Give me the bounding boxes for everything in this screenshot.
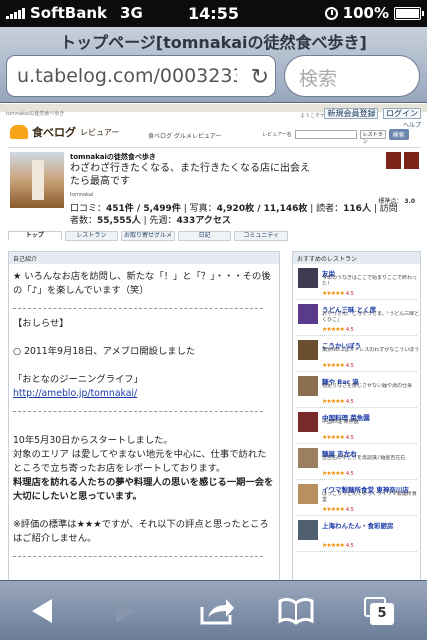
- tab-community[interactable]: コミュニティ: [234, 231, 288, 241]
- restaurant-thumb[interactable]: [298, 448, 318, 468]
- restaurant-thumb[interactable]: [298, 520, 318, 540]
- address-bar[interactable]: u.tabelog.com/00032330 ↻: [6, 55, 276, 97]
- logo-name: 食べログ: [32, 126, 76, 139]
- reader-count[interactable]: 116人: [343, 204, 371, 214]
- help-link[interactable]: ヘルプ: [403, 120, 421, 129]
- page-title: トップページ[tomnakaiの徒然食べ歩き]: [60, 33, 367, 52]
- badge-icon: [404, 152, 419, 169]
- search-field[interactable]: 検索: [284, 55, 420, 97]
- restaurant-thumb[interactable]: [298, 376, 318, 396]
- intro-line1: ★ いろんなお店を訪問し、新たな「！」と「？」・・・その後の「♪」を楽しんでいま…: [13, 271, 271, 296]
- restaurant-item[interactable]: こうかいぼう 東京NO.1はストレスのわずかなこういぼう ★★★★★ 4.5: [296, 336, 419, 372]
- start-date: 10年5月30日からスタートしました。: [13, 435, 173, 446]
- battery-icon: [394, 6, 424, 20]
- profile-box: tomnakaiの徒然食べ歩き わざわざ行きたくなる、また行きたくなる店に出会え…: [8, 147, 421, 227]
- logo-subtitle: 食べログ グルメレビュアー: [148, 133, 222, 140]
- logo-reviewer: レビュアー: [80, 127, 120, 137]
- profile-stats: 口コミ：451件 / 5,499件 | 写真：4,920枚 / 11,146枚 …: [70, 204, 398, 226]
- site-search-button[interactable]: 検索: [388, 129, 409, 140]
- browser-toolbar: 5: [0, 580, 427, 640]
- profile-name: tomnakai: [70, 192, 94, 198]
- visitor-count: 55,555人: [97, 216, 141, 226]
- divider: [13, 411, 263, 412]
- intro-header: 自己紹介: [9, 252, 279, 264]
- restaurant-thumb[interactable]: [298, 412, 318, 432]
- restaurant-thumb[interactable]: [298, 340, 318, 360]
- divider: [13, 308, 263, 309]
- restaurant-thumb[interactable]: [298, 484, 318, 504]
- alarm-icon: [324, 6, 338, 20]
- search-type-select[interactable]: レストラン: [359, 130, 386, 145]
- profile-description: わざわざ行きたくなる、また行きたくなる店に出会えたら最高です: [70, 163, 310, 187]
- login-link[interactable]: ログイン: [383, 108, 421, 119]
- restaurant-item[interactable]: 友栄 今年のうなぎはここで始まりここで終わった！ ★★★★★ 4.5: [296, 264, 417, 300]
- photo-count[interactable]: 4,920枚 / 11,146枚: [217, 204, 308, 214]
- restaurant-thumb[interactable]: [298, 268, 318, 288]
- back-icon[interactable]: [22, 593, 62, 629]
- restaurant-item[interactable]: 麺屋 吉左右 吉左右のすごさを再認識♪麺屋吉左右 ★★★★★ 4.5: [296, 444, 417, 480]
- browser-chrome: トップページ[tomnakaiの徒然食べ歩き] u.tabelog.com/00…: [0, 27, 427, 103]
- blog-name: 「おとなのジーニングライフ」: [13, 374, 143, 385]
- tabs-button[interactable]: 5: [360, 593, 400, 629]
- recommended-header: おすすめのレストラン: [293, 252, 420, 264]
- search-label: レビュアー名: [262, 132, 292, 138]
- web-page: tomnakaiの徒然食べ歩き ようこそゲストさん 新規会員登録 ログイン ヘル…: [0, 104, 427, 580]
- passion-text: 料理店を訪れる人たちの夢や料理人の思いを感じる一期一会を大切にしたいと思っていま…: [13, 477, 274, 502]
- notice-heading: 【おしらせ】: [13, 318, 69, 329]
- tab-gourmet[interactable]: お取り寄せグルメ: [121, 231, 175, 241]
- restaurant-item[interactable]: イワマ製麺所食堂 東神奈川店 ほっこりうどんでゆっくりイワマ製麺所食堂 ★★★★★ 4…: [296, 480, 417, 516]
- rating-note: ※評価の標準は★★★ですが、それ以下の評点と思ったところはご紹介しません。: [13, 519, 269, 544]
- site-search: レビュアー名 レストラン 検索: [262, 129, 409, 145]
- site-logo[interactable]: 食べログ レビュアー: [10, 124, 119, 140]
- review-count[interactable]: 451件 / 5,499件: [106, 204, 181, 214]
- site-search-input[interactable]: [294, 130, 357, 139]
- reload-icon[interactable]: ↻: [250, 65, 269, 90]
- weekly-access: 433アクセス: [176, 216, 231, 226]
- url-text: u.tabelog.com/00032330: [17, 65, 237, 87]
- area-text: 対象のエリア は愛してやまない地元を中心に、仕事で訪れたところで立ち寄ったお店を…: [13, 449, 267, 474]
- badge-icon: [386, 152, 401, 169]
- profile-tabs: トップ レストラン お取り寄せグルメ 日記 コミュニティ: [8, 231, 288, 241]
- recommended-panel: おすすめのレストラン 友栄 今年のうなぎはここで始まりここで終わった！ ★★★★★ 4…: [292, 251, 421, 580]
- bookmarks-icon[interactable]: [276, 593, 316, 629]
- register-link[interactable]: 新規会員登録: [324, 108, 379, 119]
- forward-icon[interactable]: [104, 593, 144, 629]
- profile-title: tomnakaiの徒然食べ歩き: [70, 153, 156, 161]
- status-bar: SoftBank 3G 14:55 100%: [0, 0, 427, 27]
- restaurant-item[interactable]: 上海わんたん・食彩厨房 ★★★★★ 4.5: [296, 516, 417, 552]
- profile-photo[interactable]: [10, 152, 64, 208]
- restaurant-thumb[interactable]: [298, 304, 318, 324]
- share-icon[interactable]: [196, 593, 236, 629]
- restaurant-item[interactable]: 麺や Bar 渦物足りなさを感じさせない麺や渦の仕事 ★★★★★ 4.5: [296, 372, 417, 408]
- battery-percent: 100%: [342, 4, 389, 22]
- tab-restaurant[interactable]: レストラン: [64, 231, 119, 241]
- logo-icon: [10, 125, 28, 139]
- breadcrumb: tomnakaiの徒然食べ歩き: [6, 111, 65, 117]
- tab-count: 5: [370, 603, 394, 625]
- restaurant-item[interactable]: うどん三昧 とく彦 おやっさん、ごちそうさま。「うどん三昧とくひこ」 ★★★★★ 4.…: [296, 300, 419, 336]
- tab-top[interactable]: トップ: [8, 231, 62, 241]
- restaurant-item[interactable]: 中国料理 菜魚園 中国料理 菜魚園 ★★★★★ 4.5: [296, 408, 417, 444]
- divider: [13, 556, 263, 557]
- member-links: 新規会員登録 ログイン: [322, 108, 421, 119]
- tab-diary[interactable]: 日記: [177, 231, 232, 241]
- badge-icons: [386, 152, 419, 169]
- ameblo-notice: ○ 2011年9月18日、アメブロ開設しました: [13, 346, 196, 357]
- blog-link[interactable]: http://ameblo.jp/tomnakai/: [13, 387, 275, 401]
- self-intro-panel: 自己紹介 ★ いろんなお店を訪問し、新たな「！」と「？」・・・その後の「♪」を楽…: [8, 251, 280, 580]
